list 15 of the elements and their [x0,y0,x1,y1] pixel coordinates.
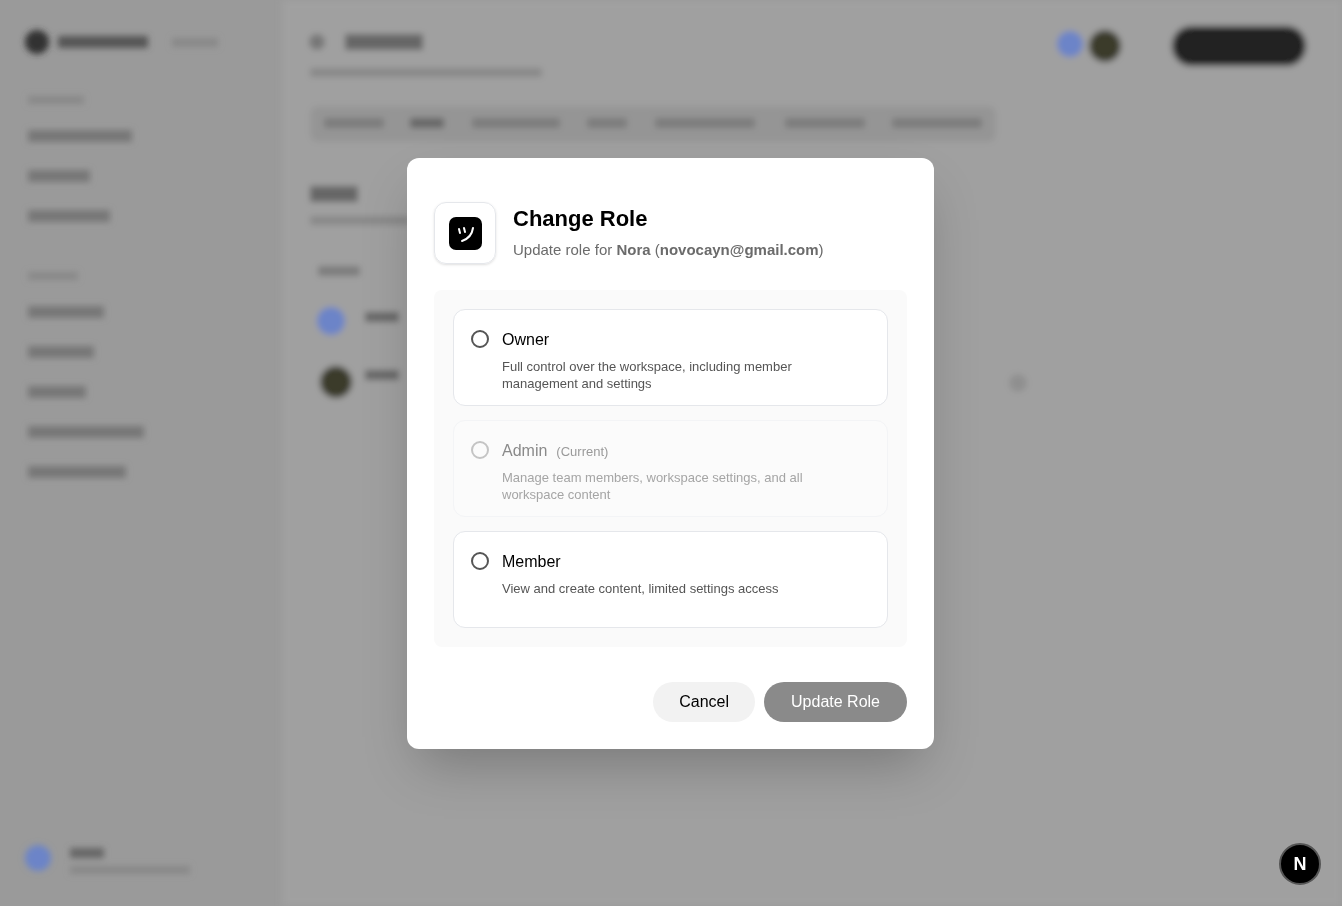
role-option[interactable]: Member View and create content, limited settings access [453,531,888,628]
current-role-label: (Current) [556,443,609,461]
cancel-button[interactable]: Cancel [653,682,756,722]
role-description: View and create content, limited settings access [502,580,780,597]
dialog-title: Change Role [513,205,649,233]
role-description: Manage team members, workspace settings, and all workspace content [502,469,804,503]
radio-button[interactable] [471,552,489,570]
role-description: Full control over the workspace, including member management and settings [502,358,793,392]
role-name: Member [502,552,561,572]
dialog-subtitle: Update role for Nora (novocayn@gmail.com) [513,239,824,260]
radio-button[interactable] [471,330,489,348]
wink-logo-icon [448,216,482,250]
role-option[interactable]: Owner Full control over the workspace, including member management and settings [453,309,888,406]
role-name: Owner [502,330,550,350]
role-name: Admin [502,441,548,461]
